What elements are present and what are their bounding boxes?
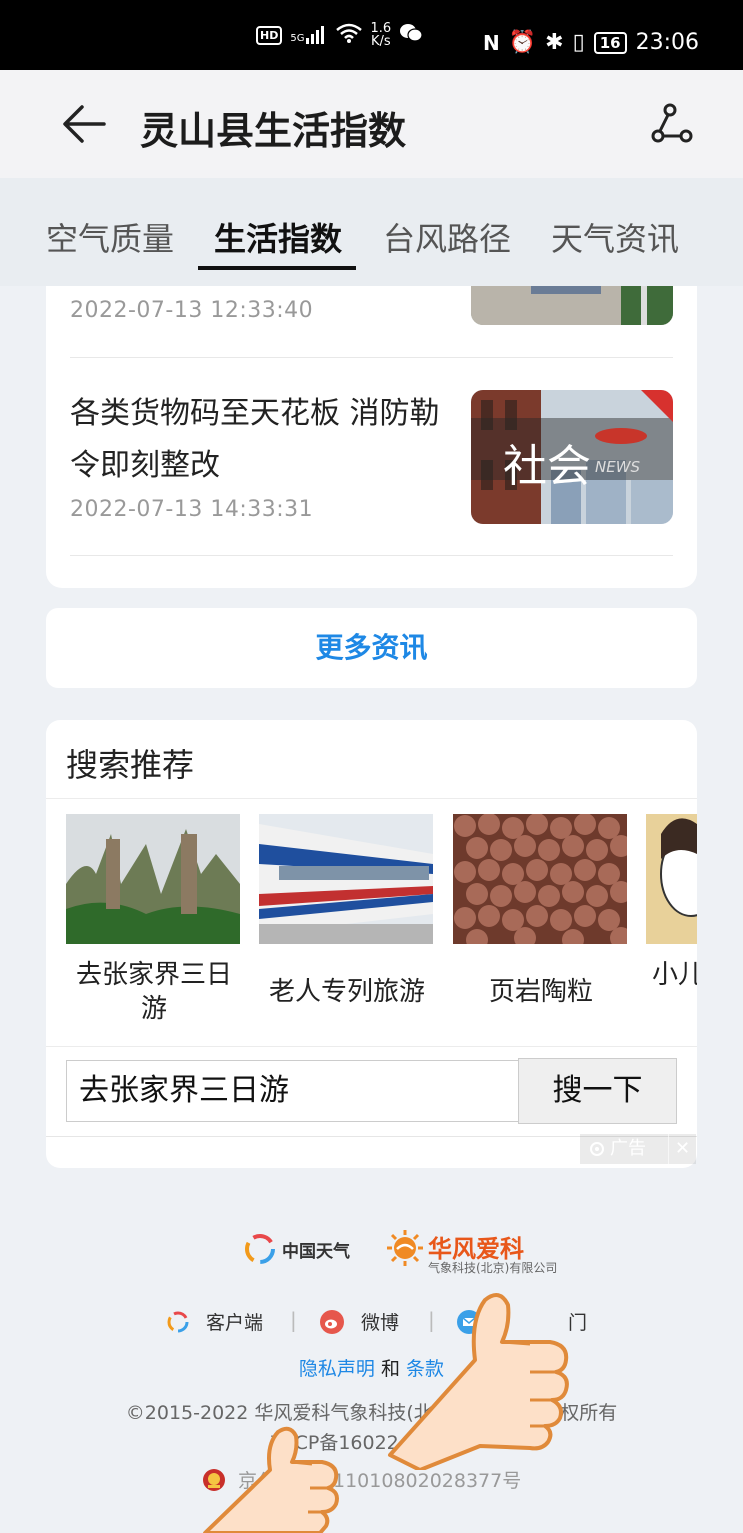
- recommend-label: 去张家界三日游: [75, 960, 232, 1024]
- wechat-icon: [399, 23, 423, 48]
- wifi-icon: [336, 23, 363, 48]
- back-arrow-icon: [63, 105, 106, 143]
- recommend-label: 小儿: [652, 960, 697, 990]
- recommend-image: [259, 814, 433, 944]
- hd-badge: HD: [256, 25, 283, 45]
- divider: [46, 1046, 697, 1047]
- nfc-icon: N: [483, 30, 500, 55]
- link-separator: |: [290, 1308, 297, 1332]
- recommend-label: 老人专列旅游: [268, 977, 425, 1007]
- footer-logos: 中国天气 华风爱科 气象科技(北京)有限公司: [0, 1225, 743, 1285]
- huafeng-logo[interactable]: 华风爱科 气象科技(北京)有限公司: [386, 1229, 557, 1275]
- china-weather-name: 中国天气: [282, 1241, 350, 1262]
- network-speed: 1.6 K/s: [370, 21, 392, 49]
- divider: [46, 798, 697, 799]
- recommend-item[interactable]: 老人专列旅游: [259, 814, 435, 1026]
- share-button[interactable]: [648, 100, 696, 148]
- signal-icon: 5G: [290, 26, 328, 44]
- recommend-item[interactable]: 小儿: [646, 814, 697, 992]
- share-icon: [651, 103, 693, 143]
- status-bar: HD 5G 1.6 K/s N ⏰ ✱ ▯ 16 23:06: [0, 0, 743, 70]
- email-link[interactable]: 门: [456, 1308, 587, 1335]
- recommend-image: [646, 814, 697, 944]
- footer-links: 客户端 | 微博 | 门: [0, 1302, 743, 1338]
- recommend-item[interactable]: 去张家界三日游: [66, 814, 242, 1026]
- police-badge-icon: [203, 1468, 225, 1491]
- news-divider: [70, 555, 673, 556]
- terms-link[interactable]: 条款: [406, 1358, 444, 1380]
- weibo-link-label: 微博: [361, 1312, 400, 1334]
- weibo-icon: [320, 1309, 344, 1334]
- ad-info-icon: [590, 1142, 604, 1156]
- news-thumbnail[interactable]: [471, 286, 673, 325]
- bluetooth-icon: ✱: [545, 30, 564, 55]
- alarm-icon: ⏰: [508, 30, 537, 55]
- thumb-caption-sub: NEWS: [595, 458, 641, 476]
- battery-icon: 16: [593, 31, 627, 54]
- active-tab-indicator: [198, 266, 356, 270]
- email-link-label: 门: [568, 1312, 588, 1334]
- ad-label: 广告: [610, 1138, 646, 1159]
- ad-badge: 广告 ✕: [580, 1134, 696, 1164]
- news-thumbnail[interactable]: 社会 NEWS: [471, 390, 673, 524]
- client-app-icon: [167, 1311, 189, 1332]
- search-recommend-card: 搜索推荐 去张家界三日游 老人专列旅游 页岩陶粒 小儿 去张家界三日游 搜一下: [46, 720, 697, 1168]
- huafeng-sun-icon: [387, 1230, 423, 1266]
- more-news-card: 更多资讯: [46, 608, 697, 688]
- tab-typhoon-path[interactable]: 台风路径: [383, 214, 511, 260]
- china-weather-icon: [245, 1234, 275, 1264]
- news-time: 2022-07-13 14:33:31: [70, 497, 314, 522]
- recommend-image: [453, 814, 627, 944]
- recommend-item[interactable]: 页岩陶粒: [453, 814, 629, 1026]
- legal-links: 隐私声明 和 条款: [0, 1354, 743, 1381]
- legal-and: 和: [380, 1358, 400, 1380]
- mail-icon: [457, 1309, 481, 1334]
- news-time: 2022-07-13 12:33:40: [70, 298, 314, 323]
- police-record[interactable]: 京公网安备11010802028377号: [202, 1466, 521, 1493]
- search-input[interactable]: 去张家界三日游: [66, 1060, 518, 1122]
- ad-close-button[interactable]: ✕: [668, 1134, 696, 1164]
- recommend-label: 页岩陶粒: [488, 977, 593, 1007]
- client-link[interactable]: 客户端: [166, 1308, 263, 1335]
- vibrate-icon: ▯: [572, 30, 585, 55]
- client-link-label: 客户端: [206, 1312, 264, 1334]
- clock: 23:06: [635, 30, 699, 55]
- search-recommend-title: 搜索推荐: [66, 746, 195, 784]
- tab-bar: 空气质量 生活指数 台风路径 天气资讯: [0, 178, 743, 286]
- news-list: 2022-07-13 12:33:40 各类货物码至天花板 消防勒令即刻整改 2…: [46, 286, 697, 588]
- copyright: ©2015-2022 华风爱科气象科技(北京)有限公司 版权所有: [125, 1402, 618, 1424]
- thumb-caption: 社会: [503, 441, 591, 492]
- link-separator: |: [428, 1308, 435, 1332]
- huafeng-subtitle: 气象科技(北京)有限公司: [428, 1261, 558, 1275]
- tab-air-quality[interactable]: 空气质量: [46, 214, 174, 260]
- search-button[interactable]: 搜一下: [518, 1058, 677, 1124]
- privacy-link[interactable]: 隐私声明: [299, 1358, 375, 1380]
- china-weather-logo[interactable]: 中国天气: [244, 1233, 350, 1265]
- more-news-button[interactable]: 更多资讯: [315, 631, 427, 664]
- page-title: 灵山县生活指数: [140, 109, 407, 153]
- news-title[interactable]: 各类货物码至天花板 消防勒令即刻整改: [70, 388, 440, 492]
- back-button[interactable]: [60, 102, 108, 146]
- app-header: 灵山县生活指数: [0, 70, 743, 178]
- police-record-text: 京公网安备11010802028377号: [238, 1470, 522, 1492]
- recommend-image: [66, 814, 240, 944]
- weibo-link[interactable]: 微博: [319, 1308, 399, 1335]
- news-divider: [70, 357, 673, 358]
- tab-life-index[interactable]: 生活指数: [214, 214, 342, 260]
- tab-weather-news[interactable]: 天气资讯: [551, 214, 679, 260]
- icp-record: 京ICP备16022477号-1: [270, 1432, 473, 1454]
